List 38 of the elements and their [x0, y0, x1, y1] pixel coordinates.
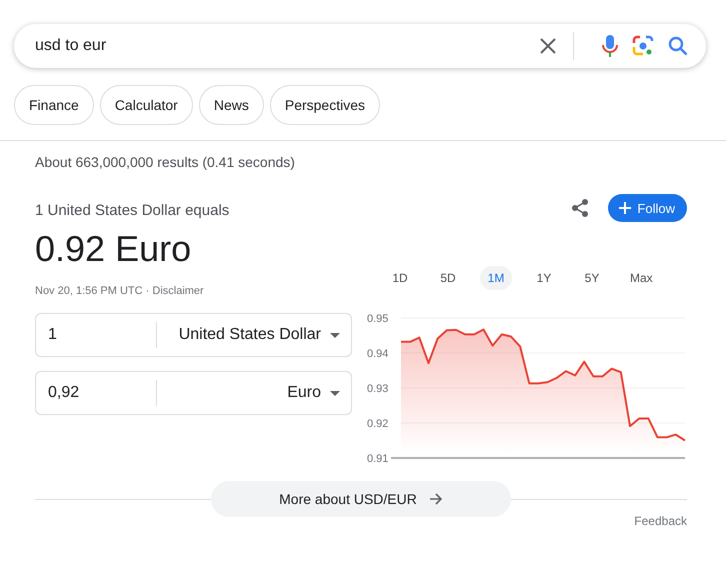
range-tab[interactable]: Max [624, 266, 659, 290]
plus-icon [619, 202, 632, 214]
currency-dropdown[interactable]: United States Dollar [157, 326, 351, 344]
range-tab[interactable]: 1M [480, 266, 512, 290]
range-tab[interactable]: 5Y [576, 266, 608, 290]
close-icon[interactable] [539, 37, 557, 55]
follow-button[interactable]: Follow [608, 194, 687, 222]
range-tab[interactable]: 1D [384, 266, 416, 290]
axis-tick-label: 0.94 [367, 348, 388, 360]
filter-chip[interactable]: News [198, 85, 264, 125]
axis-tick-label: 0.92 [367, 418, 388, 430]
search-icon[interactable] [668, 36, 688, 56]
share-icon[interactable] [570, 198, 590, 218]
amount-field[interactable]: 0,92 [36, 384, 156, 402]
result-stats: About 663,000,000 results (0.41 seconds) [35, 154, 296, 170]
axis-tick-label: 0.95 [367, 313, 388, 325]
camera-icon[interactable] [632, 35, 654, 57]
caret-icon [330, 390, 340, 396]
search-bar[interactable]: usd to eur [14, 24, 706, 68]
filter-chip[interactable]: Calculator [100, 85, 193, 125]
arrow-icon [428, 492, 443, 506]
conversion-result: 0.92 Euro [35, 228, 192, 270]
conversion-heading: 1 United States Dollar equals [35, 202, 230, 219]
range-tab[interactable]: 1Y [528, 266, 560, 290]
axis-tick-label: 0.93 [367, 383, 388, 395]
microphone-icon[interactable] [602, 34, 618, 58]
filter-chip[interactable]: Finance [14, 85, 94, 125]
more-about-button[interactable]: More about USD/EUR [211, 481, 511, 517]
currency-dropdown[interactable]: Euro [157, 384, 351, 402]
caret-icon [330, 332, 340, 338]
disclaimer-link[interactable]: Disclaimer [152, 285, 204, 297]
timestamp: Nov 20, 1:56 PM UTC · [35, 285, 150, 297]
filter-chip[interactable]: Perspectives [270, 85, 380, 125]
feedback-link[interactable]: Feedback [634, 514, 687, 528]
amount-field[interactable]: 1 [36, 326, 156, 344]
range-tab[interactable]: 5D [432, 266, 464, 290]
search-query[interactable]: usd to eur [35, 37, 539, 55]
axis-tick-label: 0.91 [367, 453, 388, 465]
